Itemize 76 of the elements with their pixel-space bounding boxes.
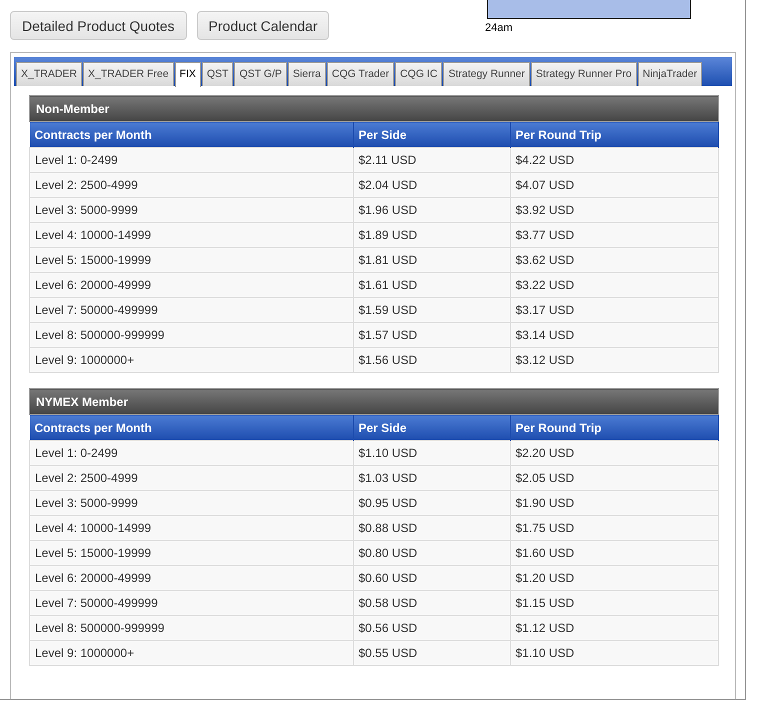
table-cell: $1.75 USD	[510, 516, 718, 540]
nav-button[interactable]: Detailed Product Quotes	[10, 11, 187, 40]
table-cell: $0.60 USD	[353, 566, 510, 590]
table-cell: Level 8: 500000-999999	[30, 616, 353, 640]
column-header: Contracts per Month	[30, 122, 353, 148]
axis-label: 24am	[485, 22, 513, 34]
table-cell: Level 5: 15000-19999	[30, 248, 353, 272]
column-header: Per Round Trip	[510, 414, 718, 440]
table-cell: $1.96 USD	[353, 198, 510, 222]
tab[interactable]: Sierra	[288, 62, 326, 86]
table-cell: $3.14 USD	[510, 322, 718, 348]
table-cell: $4.07 USD	[510, 172, 718, 198]
tab[interactable]: NinjaTrader	[638, 62, 702, 86]
table-cell: Level 3: 5000-9999	[30, 490, 353, 516]
table-cell: Level 4: 10000-14999	[30, 516, 353, 540]
table-cell: Level 9: 1000000+	[30, 640, 353, 666]
tab[interactable]: FIX	[174, 62, 201, 87]
table-cell: Level 5: 15000-19999	[30, 540, 353, 566]
table-cell: $3.22 USD	[510, 272, 718, 298]
table-cell: $0.56 USD	[353, 616, 510, 640]
table-cell: $0.58 USD	[353, 590, 510, 616]
table-title: Non-Member	[30, 96, 718, 122]
table-cell: Level 8: 500000-999999	[30, 322, 353, 348]
column-header: Contracts per Month	[30, 414, 353, 440]
table-cell: $1.90 USD	[510, 490, 718, 516]
table-cell: $0.95 USD	[353, 490, 510, 516]
table-cell: Level 2: 2500-4999	[30, 466, 353, 490]
table-cell: $3.77 USD	[510, 222, 718, 248]
table-cell: $4.22 USD	[510, 148, 718, 172]
table-cell: $1.59 USD	[353, 298, 510, 322]
table-cell: $1.81 USD	[353, 248, 510, 272]
tab[interactable]: CQG IC	[395, 62, 442, 86]
table-cell: $1.12 USD	[510, 616, 718, 640]
table-cell: Level 3: 5000-9999	[30, 198, 353, 222]
tab[interactable]: X_TRADER	[16, 62, 82, 86]
table-cell: $2.04 USD	[353, 172, 510, 198]
table-cell: Level 4: 10000-14999	[30, 222, 353, 248]
table-cell: $1.89 USD	[353, 222, 510, 248]
table-cell: $0.55 USD	[353, 640, 510, 666]
table-cell: $2.11 USD	[353, 148, 510, 172]
table-cell: $1.56 USD	[353, 348, 510, 372]
table-cell: Level 6: 20000-49999	[30, 272, 353, 298]
table-cell: Level 6: 20000-49999	[30, 566, 353, 590]
table-cell: $1.10 USD	[510, 640, 718, 666]
nav-button[interactable]: Product Calendar	[196, 11, 330, 40]
column-header: Per Side	[353, 414, 510, 440]
table-cell: $1.15 USD	[510, 590, 718, 616]
table-cell: $3.12 USD	[510, 348, 718, 372]
table-cell: $1.60 USD	[510, 540, 718, 566]
table-cell: Level 1: 0-2499	[30, 148, 353, 172]
table-cell: $2.05 USD	[510, 466, 718, 490]
table-cell: $3.62 USD	[510, 248, 718, 272]
table-cell: $3.92 USD	[510, 198, 718, 222]
table-cell: $3.17 USD	[510, 298, 718, 322]
tab[interactable]: Strategy Runner Pro	[530, 62, 637, 86]
table-cell: $1.10 USD	[353, 440, 510, 466]
table-cell: Level 9: 1000000+	[30, 348, 353, 372]
table-cell: $1.57 USD	[353, 322, 510, 348]
tab[interactable]: X_TRADER Free	[83, 62, 174, 86]
tab[interactable]: Strategy Runner	[443, 62, 530, 86]
table-title: NYMEX Member	[30, 388, 718, 414]
table-cell: $1.20 USD	[510, 566, 718, 590]
table-cell: $0.88 USD	[353, 516, 510, 540]
column-header: Per Round Trip	[510, 122, 718, 148]
column-header: Per Side	[353, 122, 510, 148]
table-cell: $0.80 USD	[353, 540, 510, 566]
table-cell: Level 2: 2500-4999	[30, 172, 353, 198]
table-cell: Level 7: 50000-499999	[30, 590, 353, 616]
table-cell: Level 7: 50000-499999	[30, 298, 353, 322]
table-cell: $1.61 USD	[353, 272, 510, 298]
tab[interactable]: CQG Trader	[326, 62, 394, 86]
table-cell: Level 1: 0-2499	[30, 440, 353, 466]
tab[interactable]: QST G/P	[234, 62, 287, 86]
table-cell: $2.20 USD	[510, 440, 718, 466]
tab[interactable]: QST	[202, 62, 234, 86]
table-cell: $1.03 USD	[353, 466, 510, 490]
